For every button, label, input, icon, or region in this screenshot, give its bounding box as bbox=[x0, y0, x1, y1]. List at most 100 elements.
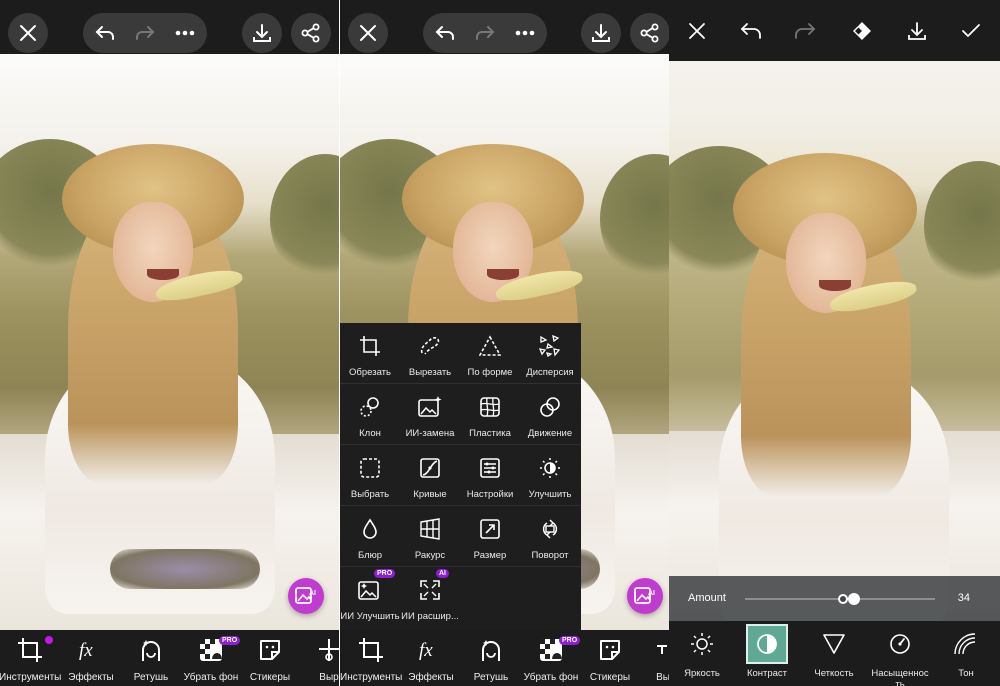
adjust-label: Четкость bbox=[814, 668, 854, 679]
menu-item-rotate[interactable]: Поворот bbox=[520, 506, 580, 567]
select-icon bbox=[360, 458, 380, 478]
menu-item-label: Пластика bbox=[469, 428, 511, 439]
tool-remove-background[interactable]: PRO Убрать фон bbox=[520, 636, 582, 683]
editor-panel-main: AI Инструменты fx Эффекты Ретушь PRO Убр… bbox=[0, 0, 339, 686]
photo-canvas[interactable] bbox=[0, 54, 339, 630]
crop-icon bbox=[359, 638, 383, 662]
share-button[interactable] bbox=[630, 13, 669, 53]
menu-item-ai-expand[interactable]: AI ИИ расшир... bbox=[400, 567, 460, 628]
menu-item-shape-crop[interactable]: По форме bbox=[460, 323, 520, 384]
clone-icon bbox=[360, 397, 379, 417]
undo-button[interactable] bbox=[85, 13, 125, 53]
tool-instruments[interactable]: Инструменты bbox=[0, 636, 61, 683]
svg-text:fx: fx bbox=[419, 640, 433, 661]
redo-button[interactable] bbox=[789, 16, 821, 46]
redo-button[interactable] bbox=[125, 13, 165, 53]
close-button[interactable] bbox=[348, 13, 388, 53]
text-icon bbox=[657, 645, 667, 654]
menu-item-resize[interactable]: Размер bbox=[460, 506, 520, 567]
retouch-face-icon bbox=[142, 640, 160, 661]
menu-item-stretch[interactable]: Пластика bbox=[460, 384, 520, 445]
cutout-icon bbox=[319, 639, 339, 661]
eraser-button[interactable] bbox=[845, 16, 877, 46]
menu-item-label: Вырезать bbox=[408, 367, 452, 378]
tool-label: Стикеры bbox=[249, 672, 291, 683]
ai-tools-button[interactable]: AI bbox=[288, 578, 324, 614]
apply-button[interactable] bbox=[955, 16, 987, 46]
tool-label: Инструменты bbox=[0, 672, 62, 683]
redo-icon bbox=[795, 23, 816, 39]
svg-text:AI: AI bbox=[648, 590, 655, 597]
menu-item-blur[interactable]: Блюр bbox=[340, 506, 400, 567]
download-button[interactable] bbox=[242, 13, 282, 53]
menu-item-adjust[interactable]: Настройки bbox=[460, 445, 520, 506]
share-button[interactable] bbox=[291, 13, 331, 53]
menu-item-ai-enhance[interactable]: PRO ИИ Улучшить bbox=[340, 567, 400, 628]
menu-item-clone[interactable]: Клон bbox=[340, 384, 400, 445]
download-button[interactable] bbox=[581, 13, 621, 53]
menu-item-free-crop[interactable]: Вырезать bbox=[400, 323, 460, 384]
more-button[interactable] bbox=[505, 13, 545, 53]
ai-enhance-icon bbox=[358, 581, 379, 600]
history-group bbox=[83, 13, 207, 53]
menu-item-perspective[interactable]: Ракурс bbox=[400, 506, 460, 567]
menu-item-label: ИИ Улучшить bbox=[340, 611, 400, 622]
tool-label: Эффекты bbox=[408, 672, 454, 683]
tool-retouch[interactable]: Ретушь bbox=[120, 636, 182, 683]
tool-remove-background[interactable]: PRO Убрать фон bbox=[180, 636, 242, 683]
more-button[interactable] bbox=[165, 13, 205, 53]
menu-item-dispersion[interactable]: Дисперсия bbox=[520, 323, 580, 384]
crop-icon bbox=[18, 638, 42, 662]
adjustment-toolbar: Яркость Контраст Четкость Насыщеннос ть Т… bbox=[669, 621, 1000, 686]
undo-icon bbox=[95, 26, 114, 40]
resize-icon bbox=[480, 519, 500, 539]
menu-item-crop[interactable]: Обрезать bbox=[340, 323, 400, 384]
undo-button[interactable] bbox=[735, 16, 767, 46]
bottom-toolbar: Инструменты fx Эффекты Ретушь PRO Убрать… bbox=[0, 630, 339, 686]
adjust-brightness[interactable]: Яркость bbox=[670, 624, 734, 679]
free-crop-icon bbox=[420, 336, 440, 355]
menu-item-label: Ракурс bbox=[414, 550, 446, 561]
adjust-contrast[interactable]: Контраст bbox=[735, 624, 799, 679]
motion-icon bbox=[540, 397, 560, 417]
tool-text[interactable]: Вы bbox=[632, 636, 669, 683]
pro-badge: PRO bbox=[559, 636, 581, 645]
retouch-face-icon bbox=[482, 640, 500, 661]
ai-image-icon: AI bbox=[295, 587, 316, 604]
close-button[interactable] bbox=[8, 13, 48, 53]
tool-retouch[interactable]: Ретушь bbox=[460, 636, 522, 683]
stretch-icon bbox=[480, 397, 500, 417]
shape-crop-icon bbox=[479, 335, 501, 356]
blur-drop-icon bbox=[363, 518, 377, 539]
download-button[interactable] bbox=[901, 16, 933, 46]
tool-label: Ретушь bbox=[473, 672, 509, 683]
tool-instruments[interactable]: Инструменты bbox=[340, 636, 402, 683]
tool-cutout[interactable]: Выр bbox=[298, 636, 339, 683]
menu-item-motion[interactable]: Движение bbox=[520, 384, 580, 445]
redo-button[interactable] bbox=[465, 13, 505, 53]
undo-button[interactable] bbox=[425, 13, 465, 53]
adjust-saturation[interactable]: Насыщеннос ть bbox=[868, 624, 932, 686]
cancel-button[interactable] bbox=[681, 16, 713, 46]
tool-effects[interactable]: fx Эффекты bbox=[60, 636, 122, 683]
amount-label: Amount bbox=[688, 592, 726, 604]
menu-item-label: Обрезать bbox=[349, 367, 391, 378]
menu-item-ai-replace[interactable]: ИИ-замена bbox=[400, 384, 460, 445]
amount-slider-handle[interactable] bbox=[847, 593, 860, 605]
svg-text:AI: AI bbox=[309, 590, 316, 597]
menu-item-select[interactable]: Выбрать bbox=[340, 445, 400, 506]
menu-item-label: Движение bbox=[527, 428, 573, 439]
adjust-clarity[interactable]: Четкость bbox=[802, 624, 866, 679]
adjust-tone[interactable]: Тон bbox=[934, 624, 998, 679]
tools-menu: Обрезать Вырезать По форме Дисперсия Кло… bbox=[340, 323, 581, 630]
tool-effects[interactable]: fx Эффекты bbox=[400, 636, 462, 683]
photo-canvas[interactable] bbox=[669, 61, 1000, 621]
menu-item-curves[interactable]: Кривые bbox=[400, 445, 460, 506]
fx-icon: fx bbox=[419, 640, 433, 661]
editor-panel-tools-menu: AI Обрезать Вырезать По форме Дисперсия bbox=[340, 0, 669, 686]
history-group bbox=[423, 13, 547, 53]
tool-label: Вы bbox=[656, 672, 669, 683]
ai-tools-button[interactable]: AI bbox=[627, 578, 663, 614]
tool-stickers[interactable]: Стикеры bbox=[239, 636, 301, 683]
menu-item-enhance[interactable]: Улучшить bbox=[520, 445, 580, 506]
